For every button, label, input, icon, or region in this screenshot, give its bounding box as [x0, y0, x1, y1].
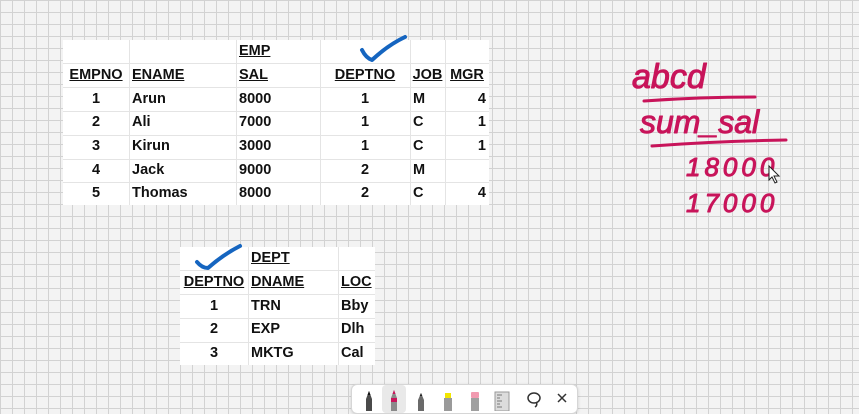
emp-table: EMP EMPNO ENAME SAL DEPTNO JOB MGR 1 Aru…	[63, 40, 489, 205]
column-header-loc: LOC	[341, 274, 372, 290]
table-cell: Cal	[341, 345, 364, 361]
table-cell: 2	[360, 185, 370, 201]
close-toolbar-button[interactable]	[550, 385, 574, 413]
mouse-cursor-icon	[768, 164, 781, 184]
table-cell: 2	[360, 162, 370, 178]
marker-icon	[391, 390, 397, 411]
table-cell: M	[413, 91, 426, 107]
column-header-dname: DNAME	[251, 274, 305, 290]
table-cell	[445, 159, 489, 182]
ruler-icon	[494, 391, 510, 411]
table-cell: 4	[477, 91, 486, 107]
table-cell: Jack	[132, 162, 165, 178]
table-cell: C	[413, 185, 424, 201]
note-abcd: abcd	[632, 58, 707, 96]
table-cell: TRN	[251, 298, 281, 314]
highlighter-icon	[444, 393, 452, 411]
table-cell: MKTG	[251, 345, 294, 361]
pencil-tool-button[interactable]	[409, 385, 433, 413]
table-cell: Kirun	[132, 138, 170, 154]
table-cell: 2	[91, 114, 101, 130]
underline-stroke	[650, 138, 788, 148]
ruler-tool-button[interactable]	[490, 385, 514, 413]
table-cell: 3000	[239, 138, 272, 154]
table-cell: 3	[209, 345, 219, 361]
table-cell: 8000	[239, 91, 272, 107]
column-header-deptno: DEPTNO	[334, 67, 396, 83]
table-cell: Ali	[132, 114, 151, 130]
close-icon	[557, 393, 567, 403]
table-cell: 1	[360, 91, 370, 107]
lasso-icon	[527, 392, 541, 408]
eraser-icon	[471, 392, 479, 411]
table-cell: Dlh	[341, 321, 365, 337]
column-header-job: JOB	[412, 67, 443, 83]
column-header-empno: EMPNO	[69, 67, 123, 83]
ink-toolbar	[351, 384, 578, 414]
table-cell: Bby	[341, 298, 369, 314]
pencil-icon	[418, 393, 424, 411]
table-cell: 3	[91, 138, 101, 154]
note-17000: 17000	[686, 188, 778, 218]
table-cell: 1	[360, 114, 370, 130]
table-cell: Arun	[132, 91, 166, 107]
table-cell: 1	[209, 298, 219, 314]
emp-table-title: EMP	[239, 43, 271, 59]
table-cell: 1	[477, 114, 486, 130]
note-sum-sal: sum_sal	[640, 104, 760, 140]
eraser-tool-button[interactable]	[463, 385, 487, 413]
marker-tool-button[interactable]	[382, 385, 406, 413]
column-header-ename: ENAME	[132, 67, 185, 83]
table-cell: Thomas	[132, 185, 188, 201]
column-header-deptno: DEPTNO	[183, 274, 245, 290]
dept-table-title: DEPT	[251, 250, 290, 266]
table-cell: M	[413, 162, 426, 178]
table-cell: 2	[209, 321, 219, 337]
table-cell: C	[413, 138, 424, 154]
column-header-mgr: MGR	[450, 67, 484, 83]
table-cell: 4	[477, 185, 486, 201]
table-cell: 1	[477, 138, 486, 154]
table-cell: EXP	[251, 321, 281, 337]
table-cell: 9000	[239, 162, 272, 178]
table-cell: 1	[91, 91, 101, 107]
underline-stroke	[642, 95, 757, 103]
table-cell: 5	[91, 185, 101, 201]
table-cell: 4	[91, 162, 101, 178]
table-cell: 7000	[239, 114, 272, 130]
dept-table: DEPT DEPTNO DNAME LOC 1 TRN Bby 2 EXP Dl…	[180, 247, 375, 365]
column-header-sal: SAL	[239, 67, 268, 83]
pen-tool-button[interactable]	[357, 385, 381, 413]
table-cell: C	[413, 114, 424, 130]
highlighter-tool-button[interactable]	[436, 385, 460, 413]
table-cell: 8000	[239, 185, 272, 201]
table-cell: 1	[360, 138, 370, 154]
pen-icon	[366, 391, 372, 411]
note-18000: 18000	[686, 152, 778, 182]
lasso-tool-button[interactable]	[522, 385, 546, 413]
